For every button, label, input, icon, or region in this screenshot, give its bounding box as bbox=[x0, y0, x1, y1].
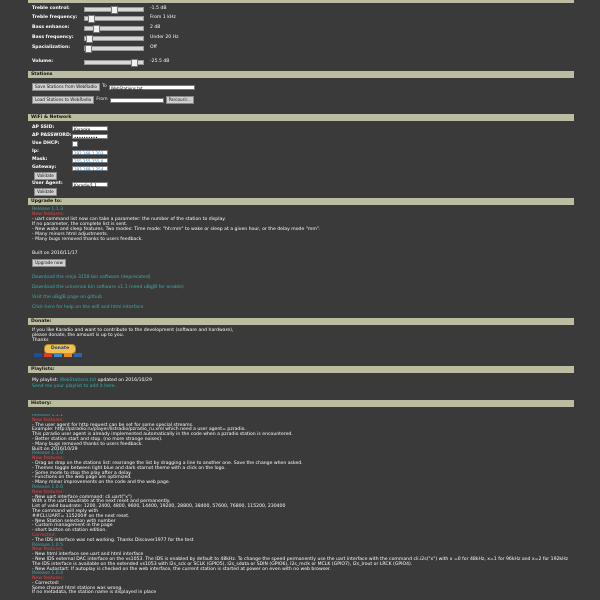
bass-frequency-slider[interactable] bbox=[84, 34, 144, 43]
playlists-header: Playlists: bbox=[28, 366, 574, 373]
spacialization-label: Spacialization: bbox=[32, 45, 71, 51]
bass-enhance-value: 2 dB bbox=[150, 25, 161, 31]
bass-enhance-row: Bass enhance: 2 dB bbox=[32, 24, 161, 33]
use-dhcp-checkbox[interactable] bbox=[72, 141, 78, 147]
spacialization-slider[interactable] bbox=[84, 44, 144, 53]
to-label: To bbox=[101, 84, 107, 90]
save-stations-button[interactable]: Save Stations from WebRadio bbox=[32, 83, 100, 91]
bank-card-icon bbox=[74, 353, 82, 357]
ip-input[interactable]: 192.168.1.203 bbox=[72, 149, 108, 156]
playlist-file-link[interactable]: WebStations.txt bbox=[60, 378, 97, 383]
playlist-suffix: updated on 2016/10/29 bbox=[97, 378, 152, 383]
bass-enhance-slider[interactable] bbox=[84, 24, 144, 33]
donate-line-2: Thanks bbox=[32, 338, 49, 343]
slider-knob[interactable] bbox=[85, 44, 92, 53]
browse-button[interactable]: Parcourir... bbox=[165, 96, 194, 104]
from-label: From bbox=[96, 97, 108, 103]
gateway-label: Gateway: bbox=[32, 165, 57, 171]
treble-frequency-row: Treble frequency: From 1 kHz bbox=[32, 14, 176, 23]
validate-network-row: Validate bbox=[34, 172, 57, 180]
treble-frequency-value: From 1 kHz bbox=[150, 15, 176, 21]
validate-agent-row: Validate bbox=[34, 188, 57, 196]
treble-control-label: Treble control: bbox=[32, 6, 70, 12]
discover-card-icon bbox=[64, 353, 72, 357]
spacialization-value: Off bbox=[150, 45, 157, 51]
ap-ssid-input[interactable]: Karaoke bbox=[72, 125, 108, 132]
upgrade-now-button[interactable]: Upgrade now bbox=[32, 259, 66, 267]
ap-password-label: AP PASSWORD: bbox=[32, 133, 72, 139]
visa-card-icon bbox=[34, 353, 42, 357]
use-dhcp-row: Use DHCP: bbox=[32, 140, 78, 148]
load-file-input[interactable] bbox=[109, 97, 164, 103]
treble-control-value: -1.5 dB bbox=[150, 6, 167, 12]
playlist-line: My playlist: WebStations.txt updated on … bbox=[32, 378, 152, 384]
treble-frequency-slider[interactable] bbox=[84, 14, 144, 23]
gateway-row: Gateway: 192.168.1.254 bbox=[32, 164, 108, 172]
validate-agent-button[interactable]: Validate bbox=[34, 188, 57, 196]
mastercard-icon bbox=[44, 353, 52, 357]
github-link[interactable]: Visit the uBgJB page on github bbox=[32, 295, 102, 301]
help-link[interactable]: Click here for help on the wifi and html… bbox=[32, 305, 143, 311]
upgrade-built-on: Built on 2016/11/17 bbox=[32, 251, 78, 256]
treble-frequency-label: Treble frequency: bbox=[32, 15, 78, 21]
history-content: Release 1.1.1 New features: - The user age… bbox=[32, 414, 572, 600]
stations-header: Stations bbox=[28, 71, 574, 78]
save-filename-input[interactable]: WebStations.txt bbox=[108, 84, 195, 91]
mask-label: Mask: bbox=[32, 157, 48, 163]
bass-frequency-label: Bass frequency: bbox=[32, 35, 74, 41]
ip-row: Ip: 192.168.1.203 bbox=[32, 148, 108, 156]
user-agent-row: User Agent: Karadio/1.1 bbox=[32, 180, 108, 188]
volume-slider[interactable] bbox=[84, 58, 144, 67]
bass-enhance-label: Bass enhance: bbox=[32, 25, 70, 31]
spacialization-row: Spacialization: Off bbox=[32, 44, 157, 53]
ap-password-input[interactable]: •••••••••• bbox=[72, 133, 108, 140]
playlist-prefix: My playlist: bbox=[32, 378, 59, 383]
payment-cards bbox=[34, 353, 82, 357]
history-header: History: bbox=[28, 400, 574, 407]
top-divider bbox=[28, 0, 574, 3]
use-dhcp-label: Use DHCP: bbox=[32, 141, 60, 147]
download-ninja-link[interactable]: Download the ninja 3158 bin software (de… bbox=[32, 275, 151, 281]
ip-label: Ip: bbox=[32, 149, 39, 155]
treble-control-row: Treble control: -1.5 dB bbox=[32, 5, 167, 14]
ap-password-row: AP PASSWORD: •••••••••• bbox=[32, 132, 108, 140]
slider-knob[interactable] bbox=[111, 5, 118, 14]
upgrade-button-row: Upgrade now bbox=[32, 259, 66, 267]
load-stations-row: Load Stations to WebRadio From Parcourir… bbox=[32, 96, 194, 104]
treble-control-slider[interactable] bbox=[84, 5, 144, 14]
page: Treble control: -1.5 dB Treble frequency… bbox=[0, 0, 600, 600]
gateway-input[interactable]: 192.168.1.254 bbox=[72, 165, 108, 172]
volume-label: Volume: bbox=[32, 59, 54, 65]
bass-frequency-value: Under 20 Hz bbox=[150, 35, 179, 41]
volume-value: -25.5 dB bbox=[150, 59, 170, 65]
download-universal-link[interactable]: Download the universal bin software v1.1… bbox=[32, 285, 184, 291]
validate-network-button[interactable]: Validate bbox=[34, 172, 57, 180]
slider-knob[interactable] bbox=[88, 14, 95, 23]
slider-knob[interactable] bbox=[131, 58, 138, 67]
mask-row: Mask: 255.255.255.0 bbox=[32, 156, 108, 164]
user-agent-input[interactable]: Karadio/1.1 bbox=[72, 181, 108, 188]
amex-card-icon bbox=[54, 353, 62, 357]
bass-frequency-row: Bass frequency: Under 20 Hz bbox=[32, 34, 179, 43]
donate-header: Donate: bbox=[28, 318, 574, 325]
upgrade-line-4: - Many bugs removed thanks to users feed… bbox=[32, 237, 143, 242]
slider-knob[interactable] bbox=[93, 24, 100, 33]
ap-ssid-row: AP SSID: Karaoke bbox=[32, 124, 108, 132]
save-stations-row: Save Stations from WebRadio To WebStatio… bbox=[32, 83, 195, 91]
wifi-header: WiFi & Network bbox=[28, 114, 574, 121]
playlist-send-text: Send me your playlist to add it here. bbox=[32, 384, 117, 389]
mask-input[interactable]: 255.255.255.0 bbox=[72, 157, 108, 164]
upgrade-header: Upgrade to: bbox=[28, 198, 574, 205]
load-stations-button[interactable]: Load Stations to WebRadio bbox=[32, 96, 95, 104]
volume-row: Volume: -25.5 dB bbox=[32, 58, 170, 67]
slider-knob[interactable] bbox=[86, 34, 93, 43]
user-agent-label: User Agent: bbox=[32, 181, 63, 187]
ap-ssid-label: AP SSID: bbox=[32, 125, 55, 131]
history-line: If no metadata, the station name is disp… bbox=[32, 590, 157, 596]
